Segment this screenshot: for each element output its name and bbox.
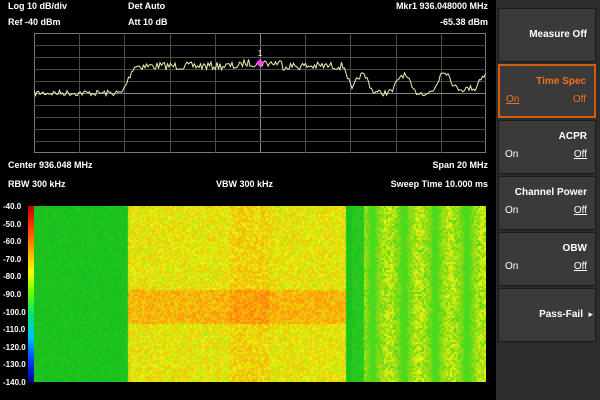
scale-tick-label: -80.0 xyxy=(3,272,22,282)
waterfall-scale: -40.0 -50.0 -60.0 -70.0 -80.0 -90.0 -100.0 -110… xyxy=(0,200,28,387)
reference-level: Ref -40 dBm xyxy=(8,17,61,27)
obw-button[interactable]: OBW On Off xyxy=(498,232,596,286)
scale-tick-label: -90.0 xyxy=(3,290,22,299)
time-spec-label: Time Spec xyxy=(536,76,586,87)
marker-level: -65.38 dBm xyxy=(439,17,488,27)
scale-tick-label: -70.0 xyxy=(3,254,22,264)
marker-frequency: Mkr1 936.048000 MHz xyxy=(395,1,488,11)
acpr-off[interactable]: Off xyxy=(574,149,587,160)
channel-power-off[interactable]: Off xyxy=(574,205,587,216)
display-area: Log 10 dB/div Ref -40 dBm Det Auto Att 1… xyxy=(0,0,496,400)
submenu-arrow-icon: ▸ xyxy=(588,309,593,319)
center-frequency: Center 936.048 MHz xyxy=(8,160,93,170)
scale-tick-label: -120.0 xyxy=(3,342,26,352)
channel-power-button[interactable]: Channel Power On Off xyxy=(498,176,596,230)
scale-tick-label: -110.0 xyxy=(3,325,26,335)
spectrum-plot[interactable]: 1 xyxy=(34,33,486,153)
acpr-label: ACPR xyxy=(558,131,587,142)
time-spec-off[interactable]: Off xyxy=(573,94,586,105)
time-spec-on[interactable]: On xyxy=(506,94,519,105)
scale-tick-label: -130.0 xyxy=(3,360,26,370)
span: Span 20 MHz xyxy=(432,160,488,170)
scale-tick-label: -100.0 xyxy=(3,307,26,317)
marker-1-label: 1 xyxy=(258,49,263,58)
marker-1-icon xyxy=(256,59,264,67)
obw-off[interactable]: Off xyxy=(574,261,587,272)
scale-tick-label: -50.0 xyxy=(3,219,22,229)
acpr-on[interactable]: On xyxy=(505,149,518,160)
pass-fail-label: Pass-Fail xyxy=(539,309,583,320)
measure-off-label: Measure Off xyxy=(529,29,587,40)
scale-tick-label: -140.0 xyxy=(3,378,26,387)
channel-power-label: Channel Power xyxy=(514,187,587,198)
time-spec-button[interactable]: Time Spec On Off xyxy=(498,64,596,118)
measure-off-button[interactable]: Measure Off xyxy=(498,8,596,62)
rbw: RBW 300 kHz xyxy=(8,179,66,189)
acpr-button[interactable]: ACPR On Off xyxy=(498,120,596,174)
analyzer-screen: Log 10 dB/div Ref -40 dBm Det Auto Att 1… xyxy=(0,0,600,400)
obw-on[interactable]: On xyxy=(505,261,518,272)
attenuation: Att 10 dB xyxy=(128,17,168,27)
scale-label: Log 10 dB/div xyxy=(8,1,68,11)
channel-power-on[interactable]: On xyxy=(505,205,518,216)
sweep-time: Sweep Time 10.000 ms xyxy=(390,179,488,189)
detector-mode: Det Auto xyxy=(128,1,166,11)
vbw: VBW 300 kHz xyxy=(216,179,274,189)
pass-fail-button[interactable]: Pass-Fail ▸ xyxy=(498,288,596,342)
scale-tick-label: -40.0 xyxy=(3,202,22,211)
scale-tick-label: -60.0 xyxy=(3,237,22,247)
obw-label: OBW xyxy=(562,243,587,254)
softkey-panel: Measure Off Time Spec On Off ACPR On Off… xyxy=(496,0,600,400)
waterfall-panel: -40.0 -50.0 -60.0 -70.0 -80.0 -90.0 -100.0 -110… xyxy=(0,200,496,387)
spectrogram-waterfall[interactable] xyxy=(34,206,486,382)
